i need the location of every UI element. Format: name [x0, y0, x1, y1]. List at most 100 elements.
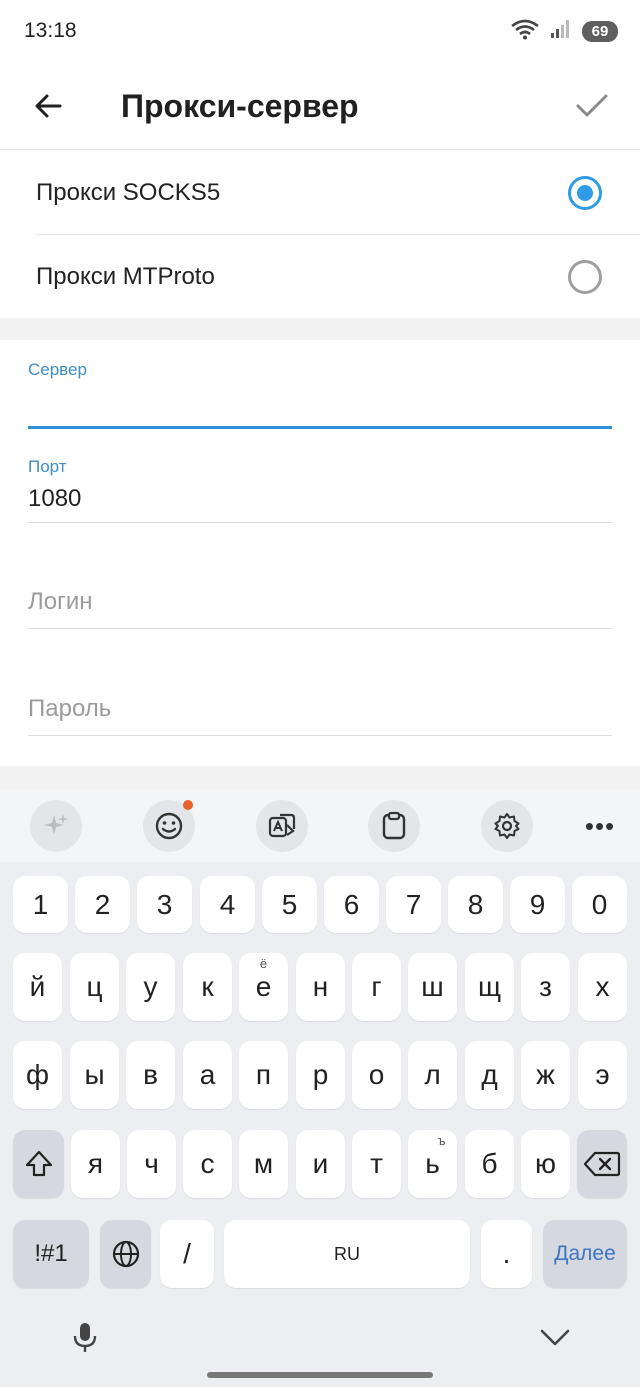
key-letter[interactable]: л: [408, 1041, 457, 1109]
proxy-type-mtproto[interactable]: Прокси MTProto: [0, 235, 640, 319]
shift-arrow-icon: [25, 1150, 52, 1177]
space-key[interactable]: RU: [224, 1220, 470, 1288]
key-letter[interactable]: ф: [13, 1041, 62, 1109]
smiley-icon: [155, 812, 183, 840]
password-input[interactable]: Пароль: [28, 695, 612, 723]
notification-dot: [183, 800, 193, 810]
key-letter[interactable]: м: [239, 1130, 288, 1198]
key-label: ь: [425, 1148, 440, 1179]
key-letter[interactable]: г: [352, 953, 401, 1021]
key-letter[interactable]: й: [13, 953, 62, 1021]
page-title: Прокси-сервер: [121, 88, 359, 124]
slash-key[interactable]: /: [160, 1220, 214, 1288]
key-9[interactable]: 9: [510, 876, 565, 933]
globe-icon: [112, 1240, 139, 1268]
port-underline: [28, 522, 612, 523]
arrow-left-icon: [35, 94, 62, 118]
key-2[interactable]: 2: [75, 876, 130, 933]
key-letter[interactable]: р: [296, 1041, 345, 1109]
key-letter[interactable]: ч: [127, 1130, 176, 1198]
more-options-icon[interactable]: •••: [574, 800, 626, 852]
key-letter[interactable]: д: [465, 1041, 514, 1109]
keyboard-settings-button[interactable]: [481, 800, 533, 852]
key-letter[interactable]: щ: [465, 953, 514, 1021]
key-letter[interactable]: э: [578, 1041, 627, 1109]
server-field[interactable]: Сервер: [28, 360, 612, 429]
key-5[interactable]: 5: [262, 876, 317, 933]
key-letter[interactable]: ц: [70, 953, 119, 1021]
login-input[interactable]: Логин: [28, 588, 612, 616]
clipboard-icon: [382, 811, 406, 840]
next-key[interactable]: Далее: [543, 1220, 627, 1288]
clipboard-button[interactable]: [368, 800, 420, 852]
key-letter[interactable]: ш: [408, 953, 457, 1021]
login-field[interactable]: Логин: [28, 588, 612, 629]
backspace-key[interactable]: [577, 1130, 627, 1198]
key-7[interactable]: 7: [386, 876, 441, 933]
port-label: Порт: [28, 457, 67, 476]
key-letter[interactable]: з: [521, 953, 570, 1021]
password-field[interactable]: Пароль: [28, 695, 612, 736]
period-key[interactable]: .: [481, 1220, 532, 1288]
key-letter[interactable]: т: [352, 1130, 401, 1198]
gear-icon: [494, 813, 520, 839]
battery-indicator: 69: [582, 20, 618, 42]
key-letter[interactable]: к: [183, 953, 232, 1021]
key-letter[interactable]: ю: [521, 1130, 570, 1198]
ai-sparkle-button[interactable]: [30, 800, 82, 852]
key-letter[interactable]: х: [578, 953, 627, 1021]
home-indicator[interactable]: [207, 1372, 433, 1378]
port-input[interactable]: 1080: [28, 483, 612, 515]
key-letter[interactable]: н: [296, 953, 345, 1021]
key-4[interactable]: 4: [200, 876, 255, 933]
key-hint: ё: [259, 956, 268, 971]
shift-key[interactable]: [13, 1130, 64, 1198]
key-letter[interactable]: о: [352, 1041, 401, 1109]
key-3[interactable]: 3: [137, 876, 192, 933]
key-hint: ъ: [437, 1133, 446, 1148]
status-icons: 69: [510, 18, 618, 45]
key-letter[interactable]: а: [183, 1041, 232, 1109]
language-key[interactable]: [100, 1220, 151, 1288]
status-bar: 13:18 69: [0, 0, 640, 62]
keyboard-nav-bar: [0, 1305, 640, 1387]
status-time: 13:18: [24, 19, 77, 42]
symbols-key[interactable]: !#1: [13, 1220, 89, 1288]
key-8[interactable]: 8: [448, 876, 503, 933]
app-bar: Прокси-сервер: [0, 62, 640, 150]
proxy-type-label: Прокси SOCKS5: [36, 179, 221, 206]
radio-button[interactable]: [568, 260, 602, 294]
checkmark-icon: [576, 94, 608, 117]
proxy-type-socks5[interactable]: Прокси SOCKS5: [0, 151, 640, 235]
key-letter[interactable]: ж: [521, 1041, 570, 1109]
key-letter[interactable]: б: [465, 1130, 514, 1198]
key-6[interactable]: 6: [324, 876, 379, 933]
microphone-icon[interactable]: [70, 1321, 100, 1360]
key-0[interactable]: 0: [572, 876, 627, 933]
key-letter[interactable]: ы: [70, 1041, 119, 1109]
wifi-icon: [510, 18, 540, 45]
radio-button-checked[interactable]: [568, 176, 602, 210]
key-letter[interactable]: в: [126, 1041, 175, 1109]
emoji-button[interactable]: [143, 800, 195, 852]
key-letter[interactable]: и: [296, 1130, 345, 1198]
key-letter[interactable]: у: [126, 953, 175, 1021]
key-letter[interactable]: с: [183, 1130, 232, 1198]
key-1[interactable]: 1: [13, 876, 68, 933]
confirm-button[interactable]: [570, 84, 614, 128]
server-input[interactable]: [28, 388, 612, 420]
translate-button[interactable]: [256, 800, 308, 852]
port-field[interactable]: Порт 1080: [28, 457, 612, 523]
keyboard-toolbar: •••: [0, 790, 640, 862]
section-separator: [0, 318, 640, 340]
password-underline: [28, 735, 612, 736]
key-e[interactable]: ё е: [239, 953, 288, 1021]
key-letter[interactable]: п: [239, 1041, 288, 1109]
sparkle-icon: [44, 814, 68, 835]
signal-icon: [550, 18, 572, 45]
proxy-form: Сервер Порт 1080 Логин Пароль: [0, 340, 640, 766]
key-soft-sign[interactable]: ъ ь: [408, 1130, 457, 1198]
key-letter[interactable]: я: [71, 1130, 120, 1198]
back-button[interactable]: [26, 84, 70, 128]
chevron-down-icon[interactable]: [538, 1325, 572, 1354]
